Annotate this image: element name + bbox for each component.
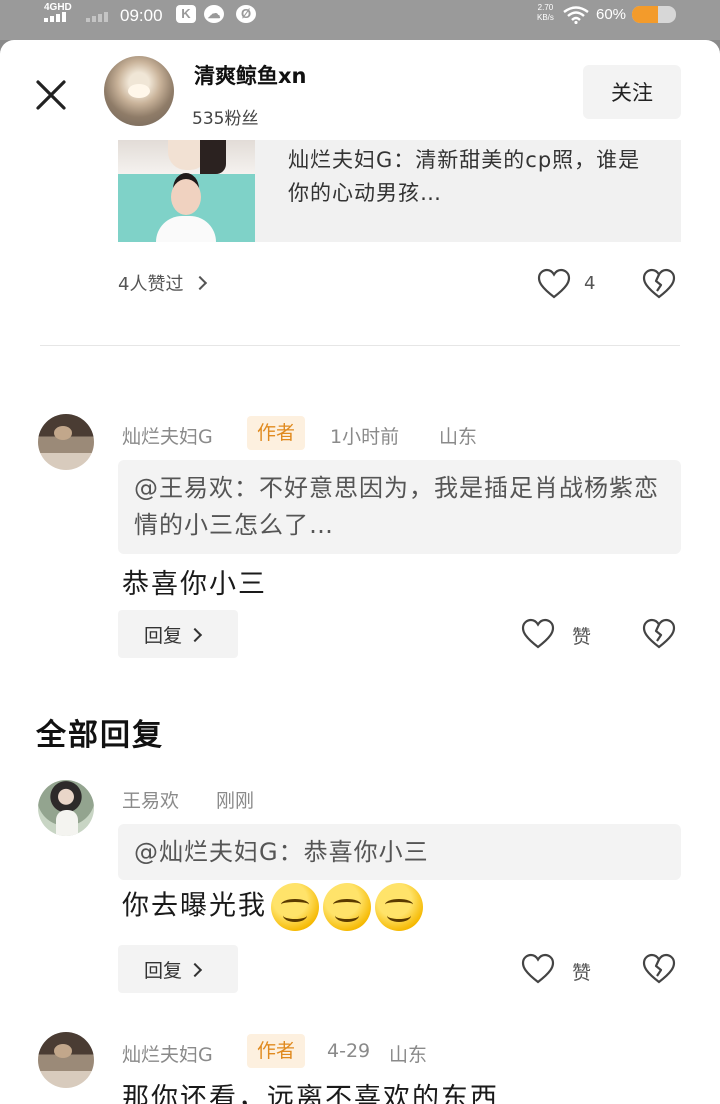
- like-count: 4: [584, 273, 596, 294]
- comment-text-content: 你去曝光我: [122, 890, 267, 922]
- quoted-comment: @王易欢：不好意思因为，我是插足肖战杨紫恋情的小三怎么了…: [118, 460, 681, 554]
- fans-count: 535粉丝: [192, 109, 259, 129]
- smile-emoji-icon: [375, 883, 423, 931]
- smile-emoji-icon: [271, 883, 319, 931]
- reply-button[interactable]: 回复: [118, 945, 238, 993]
- chevron-right-icon: [193, 275, 208, 291]
- post-thumbnail-bottom: [118, 174, 255, 242]
- comment-text: 你去曝光我: [122, 883, 423, 931]
- app-circle-icon: Ø: [236, 5, 256, 23]
- follow-button[interactable]: 关注: [583, 65, 681, 119]
- likes-summary[interactable]: 4人赞过: [118, 270, 208, 296]
- shared-post-text: 灿烂夫妇G：清新甜美的cp照，谁是你的心动男孩…: [288, 148, 641, 205]
- post-thumbnail-top: [118, 140, 255, 174]
- avatar[interactable]: [38, 414, 94, 470]
- comment-time: 1小时前: [330, 426, 400, 448]
- reply-label: 回复: [144, 624, 183, 647]
- net-speed-value: 2.70: [537, 3, 554, 12]
- section-title: 全部回复: [36, 718, 164, 753]
- chevron-right-icon: [187, 627, 203, 642]
- comment-location: 山东: [389, 1044, 428, 1066]
- chevron-right-icon: [187, 962, 203, 977]
- wifi-icon: [563, 6, 589, 24]
- broken-heart-icon[interactable]: [642, 618, 676, 650]
- likes-summary-label: 4人赞过: [118, 274, 184, 295]
- comment-location: 山东: [439, 426, 478, 448]
- quoted-comment: @灿烂夫妇G：恭喜你小三: [118, 824, 681, 880]
- avatar[interactable]: [38, 780, 94, 836]
- clock: 09:00: [120, 6, 163, 25]
- signal-2-icon: [86, 12, 110, 22]
- reply-label: 回复: [144, 959, 183, 982]
- comment-author-name[interactable]: 灿烂夫妇G: [122, 422, 213, 449]
- comment-author-name[interactable]: 灿烂夫妇G: [122, 1040, 213, 1067]
- app-k-icon: K: [176, 5, 196, 23]
- author-badge: 作者: [247, 416, 306, 450]
- avatar[interactable]: [104, 56, 174, 126]
- author-badge: 作者: [247, 1034, 306, 1068]
- comment-text: 那你还看，远离不喜欢的东西: [122, 1083, 499, 1104]
- heart-icon[interactable]: [521, 953, 555, 985]
- signal-icon: [44, 12, 74, 22]
- battery-text: 60%: [596, 6, 627, 23]
- heart-icon[interactable]: [521, 618, 555, 650]
- cloud-app-icon: ☁: [204, 5, 224, 23]
- username[interactable]: 清爽鲸鱼xn: [194, 60, 307, 90]
- comment-time: 4-29: [327, 1040, 371, 1062]
- broken-heart-icon[interactable]: [642, 953, 676, 985]
- comment-text: 恭喜你小三: [122, 569, 267, 600]
- status-bar: 4GHD 09:00 K ☁ Ø 2.70 KB/s 60%: [0, 0, 720, 40]
- comment-time: 刚刚: [216, 790, 255, 812]
- like-label[interactable]: 赞: [572, 622, 591, 649]
- close-icon[interactable]: [28, 72, 74, 118]
- avatar[interactable]: [38, 1032, 94, 1088]
- battery-icon: [632, 6, 676, 23]
- comment-sheet: 清爽鲸鱼xn 535粉丝 关注 灿烂夫妇G：清新甜美的cp照，谁是你的心动男孩……: [0, 40, 720, 1104]
- net-speed: 2.70 KB/s: [537, 3, 554, 23]
- comment-author-name[interactable]: 王易欢: [122, 786, 179, 813]
- reply-button[interactable]: 回复: [118, 610, 238, 658]
- heart-icon[interactable]: [537, 268, 571, 300]
- battery-fill: [632, 6, 659, 23]
- shared-post-card[interactable]: 灿烂夫妇G：清新甜美的cp照，谁是你的心动男孩…: [118, 140, 681, 242]
- divider: [40, 345, 680, 346]
- net-speed-unit: KB/s: [537, 13, 554, 22]
- like-label[interactable]: 赞: [572, 958, 591, 985]
- smile-emoji-icon: [323, 883, 371, 931]
- broken-heart-icon[interactable]: [642, 268, 676, 300]
